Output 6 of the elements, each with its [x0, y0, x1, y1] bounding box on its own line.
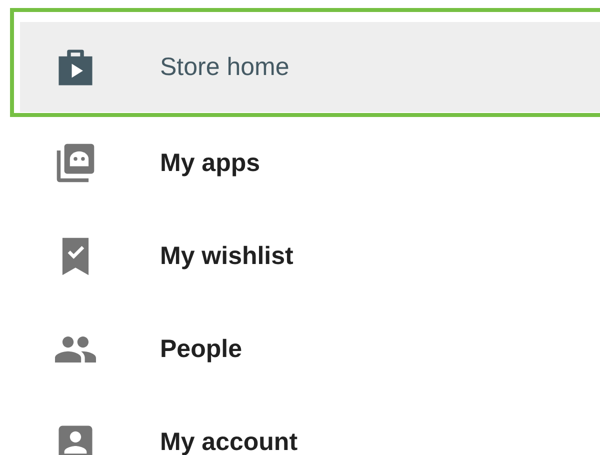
menu-item[interactable]: My apps [0, 117, 600, 210]
app-library-icon [55, 143, 96, 184]
menu-item[interactable]: Store home [20, 22, 600, 112]
menu-item[interactable]: My account [0, 396, 600, 455]
menu-item[interactable]: My wishlist [0, 210, 600, 303]
menu-item[interactable]: People [0, 303, 600, 396]
